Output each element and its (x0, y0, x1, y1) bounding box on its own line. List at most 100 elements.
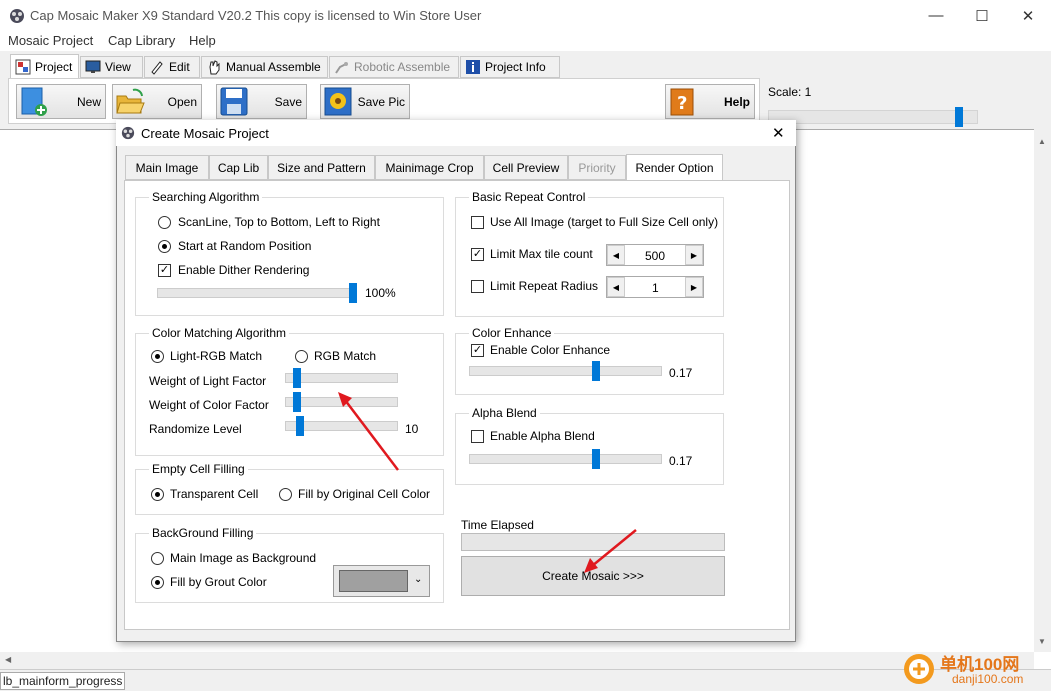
tab-view[interactable]: View (80, 56, 143, 78)
alpha-blend-thumb[interactable] (592, 449, 600, 469)
light-factor-thumb[interactable] (293, 368, 301, 388)
save-pic-button[interactable]: Save Pic (320, 84, 410, 119)
open-button[interactable]: Open (112, 84, 202, 119)
tab-render-option[interactable]: Render Option (626, 154, 723, 181)
tab-robotic-assemble[interactable]: Robotic Assemble (329, 56, 459, 78)
empty-cell-title: Empty Cell Filling (149, 462, 248, 476)
increment-icon[interactable]: ▶ (685, 277, 703, 297)
grout-color-radio[interactable] (151, 576, 164, 589)
use-all-image-label: Use All Image (target to Full Size Cell … (490, 215, 719, 229)
use-all-image-checkbox[interactable] (471, 216, 484, 229)
menu-help[interactable]: Help (189, 33, 216, 48)
randomize-label: Randomize Level (149, 422, 242, 436)
window-title: Cap Mosaic Maker X9 Standard V20.2 This … (30, 8, 482, 23)
light-rgb-radio[interactable] (151, 350, 164, 363)
color-enhance-value: 0.17 (669, 366, 693, 380)
tab-project[interactable]: Project (10, 54, 79, 79)
tab-size-and-pattern[interactable]: Size and Pattern (268, 155, 375, 180)
rgb-match-label: RGB Match (314, 349, 377, 363)
horizontal-scrollbar[interactable]: ◀ (0, 652, 1034, 669)
alpha-blend-value: 0.17 (669, 454, 693, 468)
save-button[interactable]: Save (216, 84, 307, 119)
color-enhance-thumb[interactable] (592, 361, 600, 381)
dither-label: Enable Dither Rendering (178, 263, 310, 277)
pencil-icon (151, 61, 163, 75)
randomize-thumb[interactable] (296, 416, 304, 436)
dialog-close-icon[interactable]: ✕ (772, 124, 785, 142)
limit-max-label: Limit Max tile count (490, 247, 593, 261)
dither-slider[interactable] (157, 288, 355, 298)
limit-radius-spinner[interactable]: ◀ 1 ▶ (606, 276, 704, 298)
scanline-label: ScanLine, Top to Bottom, Left to Right (178, 215, 380, 229)
tab-manual-assemble-label: Manual Assemble (226, 60, 321, 74)
original-color-radio[interactable] (279, 488, 292, 501)
tab-manual-assemble[interactable]: Manual Assemble (201, 56, 328, 78)
dither-slider-thumb[interactable] (349, 283, 357, 303)
tab-cap-lib[interactable]: Cap Lib (209, 155, 268, 180)
scale-slider[interactable] (768, 110, 978, 124)
limit-radius-checkbox[interactable] (471, 280, 484, 293)
dialog-app-icon (121, 126, 135, 140)
color-factor-slider[interactable] (285, 397, 398, 407)
dither-value: 100% (365, 286, 396, 300)
tab-view-label: View (105, 60, 131, 74)
new-document-icon (21, 87, 47, 116)
transparent-cell-radio[interactable] (151, 488, 164, 501)
tab-cell-preview[interactable]: Cell Preview (484, 155, 568, 180)
scale-slider-thumb[interactable] (955, 107, 963, 127)
menu-mosaic-project[interactable]: Mosaic Project (8, 33, 93, 48)
dither-checkbox[interactable]: ✓ (158, 264, 171, 277)
limit-max-checkbox[interactable]: ✓ (471, 248, 484, 261)
scanline-radio[interactable] (158, 216, 171, 229)
maximize-button[interactable]: ☐ (959, 0, 1005, 31)
limit-max-spinner[interactable]: ◀ 500 ▶ (606, 244, 704, 266)
repeat-control-title: Basic Repeat Control (469, 190, 589, 204)
picture-icon (324, 87, 352, 116)
light-factor-slider[interactable] (285, 373, 398, 383)
tab-mainimage-crop[interactable]: Mainimage Crop (375, 155, 484, 180)
tab-priority[interactable]: Priority (568, 155, 626, 180)
searching-algorithm-title: Searching Algorithm (149, 190, 263, 204)
scroll-up-icon[interactable]: ▲ (1038, 137, 1046, 146)
new-button[interactable]: New (16, 84, 106, 119)
tab-main-image[interactable]: Main Image (125, 155, 209, 180)
hand-icon (209, 60, 220, 75)
dialog-title-bar: Create Mosaic Project ✕ (116, 120, 796, 146)
randomize-value: 10 (405, 422, 419, 436)
create-mosaic-button[interactable]: Create Mosaic >>> (461, 556, 725, 596)
color-enhance-label: Enable Color Enhance (490, 343, 611, 357)
save-pic-button-label: Save Pic (357, 94, 405, 109)
random-position-radio[interactable] (158, 240, 171, 253)
minimize-button[interactable]: — (913, 0, 959, 31)
alpha-blend-title: Alpha Blend (469, 406, 540, 420)
robot-arm-icon (335, 62, 348, 74)
scroll-left-icon[interactable]: ◀ (5, 655, 11, 664)
vertical-scrollbar[interactable]: ▲ ▼ (1034, 129, 1051, 652)
help-book-icon: ? (670, 88, 694, 116)
alpha-blend-label: Enable Alpha Blend (490, 429, 595, 443)
increment-icon[interactable]: ▶ (685, 245, 703, 265)
rgb-match-radio[interactable] (295, 350, 308, 363)
color-matching-title: Color Matching Algorithm (149, 326, 290, 340)
new-button-label: New (76, 94, 101, 109)
watermark-url: danji100.com (952, 672, 1024, 686)
color-factor-thumb[interactable] (293, 392, 301, 412)
alpha-blend-slider[interactable] (469, 454, 662, 464)
svg-text:?: ? (677, 93, 687, 114)
color-enhance-checkbox[interactable]: ✓ (471, 344, 484, 357)
alpha-blend-checkbox[interactable] (471, 430, 484, 443)
color-enhance-slider[interactable] (469, 366, 662, 376)
main-image-background-radio[interactable] (151, 552, 164, 565)
decrement-icon[interactable]: ◀ (607, 245, 625, 265)
help-button[interactable]: ? Help (665, 84, 755, 119)
menu-bar: Mosaic Project Cap Library Help (0, 31, 1051, 51)
close-button[interactable]: ✕ (1005, 0, 1051, 31)
scroll-down-icon[interactable]: ▼ (1038, 637, 1046, 646)
app-icon (10, 9, 24, 23)
grout-color-picker[interactable]: ⌄ (333, 565, 430, 597)
tab-project-info[interactable]: Project Info (460, 56, 560, 78)
decrement-icon[interactable]: ◀ (607, 277, 625, 297)
tab-edit[interactable]: Edit (144, 56, 200, 78)
menu-cap-library[interactable]: Cap Library (108, 33, 175, 48)
alpha-blend-group (455, 413, 724, 485)
